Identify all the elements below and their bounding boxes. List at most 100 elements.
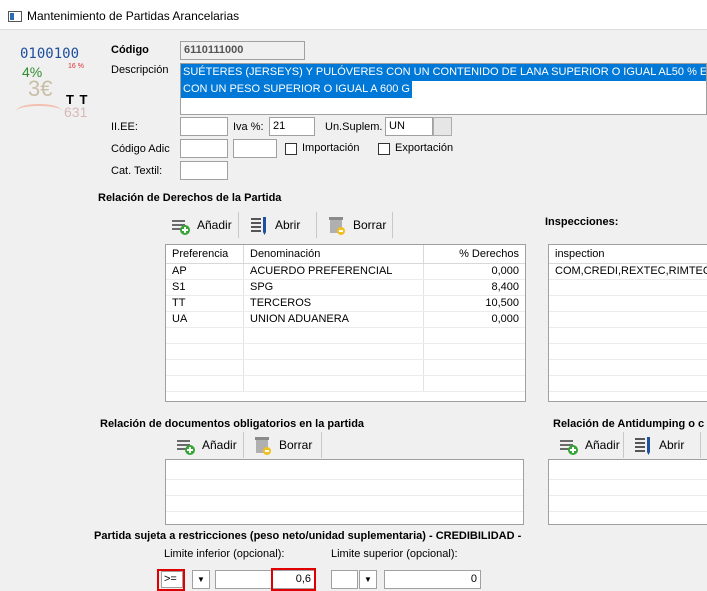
inspecciones-table[interactable]: inspection COM,CREDI,REXTEC,RIMTEC [548, 244, 707, 402]
documentos-heading: Relación de documentos obligatorios en l… [100, 418, 365, 430]
codigoadic-field-1[interactable] [180, 139, 228, 158]
limite-inferior-dropdown-button[interactable]: ▼ [192, 570, 210, 589]
antidumping-open-label: Abrir [659, 438, 685, 452]
importacion-checkbox[interactable] [285, 143, 297, 155]
window-title: Mantenimiento de Partidas Arancelarias [27, 9, 240, 23]
codigoadic-label: Código Adic [111, 143, 170, 155]
documentos-add-button[interactable]: Añadir [175, 432, 237, 458]
cell-preferencia: TT [166, 296, 244, 311]
derechos-delete-button[interactable]: Borrar [326, 212, 386, 238]
cell-derechos: 8,400 [491, 281, 519, 293]
documentos-table[interactable] [165, 459, 524, 525]
derechos-add-button[interactable]: Añadir [170, 212, 232, 238]
cell-denominacion: TERCEROS [244, 296, 424, 311]
chevron-down-icon: ▼ [197, 575, 205, 584]
table-row-empty [549, 360, 707, 376]
descripcion-label: Descripción [111, 64, 169, 76]
logo-code: 631 [64, 104, 88, 120]
limite-superior-label: Limite superior (opcional): [331, 548, 458, 560]
antidumping-open-button[interactable]: Abrir [632, 432, 684, 458]
unsuplem-lookup-button[interactable] [433, 117, 452, 136]
cell-preferencia: S1 [166, 280, 244, 295]
documentos-delete-label: Borrar [279, 438, 313, 452]
add-document-icon [560, 440, 578, 455]
table-row[interactable]: COM,CREDI,REXTEC,RIMTEC [549, 264, 707, 280]
iiee-field[interactable] [180, 117, 228, 136]
table-row-empty [166, 328, 525, 344]
column-header-preferencia[interactable]: Preferencia [166, 245, 244, 263]
table-row[interactable]: AP ACUERDO PREFERENCIAL 0,000 [166, 264, 525, 280]
derechos-heading: Relación de Derechos de la Partida [98, 192, 282, 204]
table-row[interactable]: TT TERCEROS 10,500 [166, 296, 525, 312]
exportacion-label: Exportación [395, 142, 454, 154]
descripcion-textarea[interactable]: SUÉTERES (JERSEYS) Y PULÓVERES CON UN CO… [180, 63, 707, 115]
importacion-label: Importación [302, 142, 360, 154]
open-document-icon [251, 217, 266, 235]
toolbar-separator [243, 432, 244, 458]
exportacion-checkbox[interactable] [378, 143, 390, 155]
codigo-field: 6110111000 [180, 41, 305, 60]
toolbar-separator [316, 212, 317, 238]
table-row[interactable]: S1 SPG 8,400 [166, 280, 525, 296]
toolbar-separator [321, 432, 322, 458]
derechos-add-label: Añadir [197, 218, 232, 232]
table-row-empty [166, 344, 525, 360]
antidumping-table[interactable] [548, 459, 707, 525]
cell-derechos: 10,500 [485, 297, 519, 309]
cell-preferencia: UA [166, 312, 244, 327]
unsuplem-field[interactable]: UN [385, 117, 433, 136]
toolbar-separator [238, 212, 239, 238]
table-row-empty [166, 376, 525, 392]
column-header-derechos[interactable]: % Derechos [424, 245, 525, 263]
toolbar-separator [623, 432, 624, 458]
toolbar-separator [700, 432, 701, 458]
column-header-denominacion[interactable]: Denominación [244, 245, 424, 263]
table-row-empty [549, 460, 707, 480]
table-row-empty [166, 460, 523, 480]
limite-superior-dropdown-button[interactable]: ▼ [359, 570, 377, 589]
derechos-open-button[interactable]: Abrir [248, 212, 300, 238]
table-row-empty [549, 328, 707, 344]
cattextil-field[interactable] [180, 161, 228, 180]
antidumping-add-button[interactable]: Añadir [558, 432, 620, 458]
cell-denominacion: UNION ADUANERA [244, 312, 424, 327]
table-header: inspection [549, 245, 707, 264]
cell-inspection: COM,CREDI,REXTEC,RIMTEC [555, 265, 707, 277]
table-row-empty [549, 496, 707, 512]
table-row[interactable]: UA UNION ADUANERA 0,000 [166, 312, 525, 328]
logo-swirl [16, 104, 62, 118]
restricciones-heading: Partida sujeta a restricciones (peso net… [94, 530, 522, 542]
cell-denominacion: SPG [244, 280, 424, 295]
table-row-empty [549, 312, 707, 328]
limite-superior-value-field[interactable]: 0 [384, 570, 481, 589]
table-row-empty [166, 496, 523, 512]
app-window-icon [8, 11, 22, 22]
table-row-empty [166, 360, 525, 376]
cell-denominacion: ACUERDO PREFERENCIAL [244, 264, 424, 279]
chevron-down-icon: ▼ [364, 575, 372, 584]
table-row-empty [549, 344, 707, 360]
column-header-inspection[interactable]: inspection [549, 245, 707, 263]
cell-preferencia: AP [166, 264, 244, 279]
iiee-label: II.EE: [111, 121, 138, 133]
iva-field[interactable]: 21 [269, 117, 315, 136]
table-row-empty [166, 480, 523, 496]
codigoadic-field-2[interactable] [233, 139, 277, 158]
table-row-empty [549, 376, 707, 392]
derechos-table[interactable]: Preferencia Denominación % Derechos AP A… [165, 244, 526, 402]
derechos-open-label: Abrir [275, 218, 301, 232]
add-document-icon [172, 220, 190, 235]
trash-icon [329, 217, 345, 235]
antidumping-add-label: Añadir [585, 438, 620, 452]
app-logo: 0100100 4% 16 % 3€ T T 631 [14, 44, 96, 124]
limite-superior-operator-select[interactable] [331, 570, 358, 589]
documentos-delete-button[interactable]: Borrar [252, 432, 312, 458]
limite-inferior-label: Limite inferior (opcional): [164, 548, 285, 560]
toolbar-separator [392, 212, 393, 238]
limite-inferior-value: 0,6 [295, 573, 311, 585]
cell-derechos: 0,000 [491, 265, 519, 277]
documentos-add-label: Añadir [202, 438, 237, 452]
inspecciones-heading: Inspecciones: [545, 216, 619, 228]
table-row-empty [549, 296, 707, 312]
limite-inferior-operator-select[interactable]: >= [161, 571, 183, 588]
